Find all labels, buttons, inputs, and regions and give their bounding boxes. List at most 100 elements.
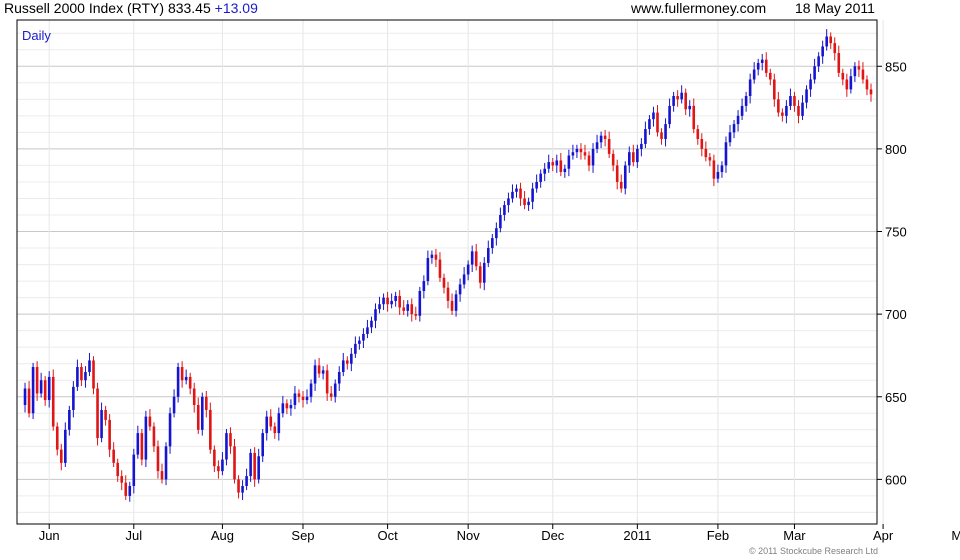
candle-body-up: [527, 201, 530, 206]
candle-body-down: [845, 79, 849, 90]
candle: [184, 369, 188, 385]
candle-body-up: [809, 79, 812, 90]
candle-body-down: [583, 152, 587, 156]
candle: [656, 105, 659, 137]
candle: [394, 291, 397, 307]
candle: [221, 452, 224, 476]
candle: [237, 475, 240, 499]
candle: [728, 124, 732, 147]
candle-body-up: [466, 264, 470, 275]
price-chart: 600 650 700 750 800 850 Jun Jul Aug Sep Oct Nov Dec…: [16, 19, 960, 556]
candle: [595, 134, 599, 154]
y-tick-label: 850: [885, 59, 907, 74]
candle: [720, 161, 724, 178]
candle-body-down: [237, 479, 240, 493]
candle-body-down: [108, 419, 111, 450]
candle-body-down: [474, 251, 478, 267]
candle-body-up: [72, 386, 75, 410]
candle: [591, 143, 595, 173]
candle: [547, 154, 551, 173]
candle: [200, 392, 204, 436]
candle: [583, 144, 587, 160]
candle-body-down: [829, 36, 833, 44]
candle-body-up: [350, 353, 353, 364]
candle: [100, 402, 103, 443]
candle: [446, 281, 450, 309]
candle-body-up: [499, 214, 502, 229]
candle: [84, 366, 87, 388]
candle-body-up: [853, 66, 857, 77]
candle: [438, 252, 442, 282]
candle-body-down: [660, 132, 663, 139]
candle: [43, 376, 47, 406]
candle: [744, 91, 748, 112]
candle-body-down: [793, 96, 796, 106]
candle: [752, 62, 756, 84]
x-tick-label: 2011: [623, 528, 651, 543]
candle: [64, 422, 67, 467]
candle: [31, 362, 35, 420]
candle: [257, 448, 260, 484]
candle: [273, 422, 277, 439]
candle: [495, 222, 498, 246]
candle-body-up: [293, 393, 297, 406]
candle-body-up: [716, 172, 720, 179]
candle-body-down: [55, 426, 59, 450]
candle-body-up: [321, 370, 325, 374]
candle: [132, 448, 136, 494]
candle-body-up: [756, 62, 760, 70]
candle-body-down: [619, 181, 623, 189]
candle-body-down: [519, 188, 522, 199]
candle: [515, 184, 518, 198]
candle: [652, 106, 655, 127]
candle: [47, 371, 51, 408]
x-tick-label: Mar: [783, 528, 806, 543]
candle: [337, 366, 341, 391]
candle-body-up: [281, 403, 285, 414]
candle: [579, 143, 583, 160]
candle: [511, 184, 514, 203]
candle-body-up: [732, 124, 736, 133]
candle-body-down: [217, 466, 220, 472]
candle: [684, 88, 687, 116]
candle-body-down: [192, 388, 196, 406]
candle-body-up: [168, 413, 172, 447]
candle: [76, 359, 79, 391]
candle-body-up: [309, 383, 313, 397]
candle-body-up: [333, 383, 337, 397]
candle: [317, 357, 321, 378]
candle-body-up: [668, 105, 671, 125]
candle: [293, 386, 297, 410]
candle-body-down: [857, 66, 861, 70]
candle-body-down: [96, 388, 99, 439]
candle-body-down: [523, 198, 526, 206]
candle-body-up: [575, 148, 579, 153]
candle: [773, 73, 776, 107]
candle-body-up: [257, 456, 260, 480]
candle: [712, 154, 716, 187]
candle-body-down: [116, 462, 119, 477]
candle-body-down: [140, 433, 144, 460]
candle-body-down: [781, 112, 784, 116]
x-tick-label: Aug: [211, 528, 234, 543]
candle-body-down: [865, 79, 869, 90]
candle: [450, 293, 454, 315]
candle-body-up: [354, 343, 357, 354]
y-tick-label: 700: [885, 307, 907, 322]
candle: [833, 37, 837, 61]
candle-body-down: [301, 396, 305, 401]
candle-body-up: [491, 238, 494, 249]
candle-body-up: [68, 409, 71, 430]
candle: [354, 336, 357, 358]
candle-body-up: [511, 191, 514, 199]
candle-body-up: [88, 360, 91, 372]
candle: [688, 100, 692, 117]
candle: [523, 191, 526, 210]
candle-body-up: [470, 251, 474, 265]
candle: [571, 144, 575, 160]
candle: [148, 409, 152, 431]
x-tick-label: May: [951, 528, 960, 543]
candle: [636, 144, 639, 168]
candle-body-down: [273, 426, 277, 434]
candle-body-down: [692, 105, 696, 130]
